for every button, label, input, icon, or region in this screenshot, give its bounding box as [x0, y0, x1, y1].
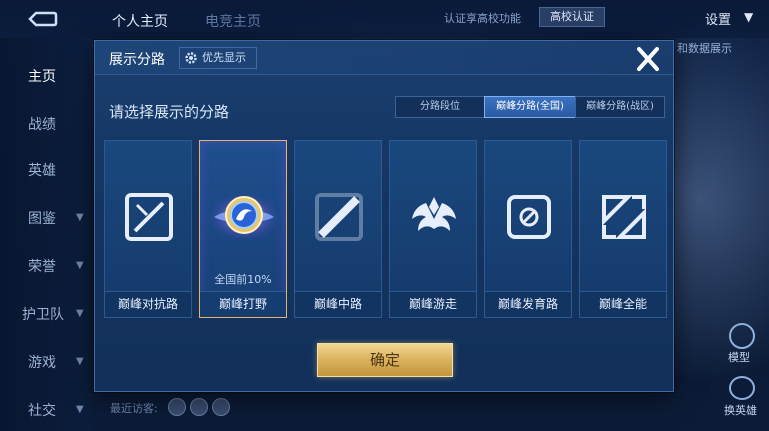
model-label: 模型: [728, 351, 750, 364]
settings-button[interactable]: 设置: [705, 9, 731, 28]
side-item-gallery[interactable]: 图鉴: [28, 208, 56, 228]
lane-card-top[interactable]: 巅峰对抗路: [104, 140, 192, 318]
lane-name: 巅峰游走: [390, 291, 476, 317]
back-icon[interactable]: [22, 10, 58, 28]
swap-hero-icon[interactable]: [729, 376, 755, 400]
chevron-down-icon: ▼: [76, 356, 84, 367]
visitor-avatar[interactable]: [190, 398, 208, 416]
mid-lane-icon: [315, 193, 363, 241]
lane-card-jungle[interactable]: 全国前10% 巅峰打野: [199, 140, 287, 318]
chevron-down-icon: ▼: [76, 212, 84, 223]
confirm-button[interactable]: 确定: [317, 343, 453, 377]
modal-header: 展示分路 优先显示: [95, 41, 673, 75]
swap-hero-label: 换英雄: [724, 404, 757, 417]
lane-name: 巅峰全能: [580, 291, 666, 317]
lane-card-all-round[interactable]: 巅峰全能: [579, 140, 667, 318]
visitor-avatar[interactable]: [168, 398, 186, 416]
side-item-honor[interactable]: 荣誉: [28, 256, 56, 276]
close-icon[interactable]: [632, 45, 664, 73]
visitor-avatar[interactable]: [212, 398, 230, 416]
modal-title: 展示分路: [109, 52, 165, 68]
side-item-home[interactable]: 主页: [28, 66, 56, 86]
lane-card-adc[interactable]: 巅峰发育路: [484, 140, 572, 318]
lane-rank: 全国前10%: [214, 273, 272, 286]
segment-lane-rank[interactable]: 分路段位: [395, 96, 485, 118]
recent-visitors-label: 最近访客:: [110, 402, 158, 415]
tab-esports-home[interactable]: 电竞主页: [205, 11, 261, 31]
side-item-record[interactable]: 战绩: [28, 114, 56, 134]
side-item-guard-team[interactable]: 护卫队: [22, 304, 64, 324]
all-round-icon: [602, 195, 646, 239]
data-display-note: 和数据展示: [677, 42, 732, 55]
lane-name: 巅峰对抗路: [105, 291, 191, 317]
side-item-social[interactable]: 社交: [28, 400, 56, 420]
segment-peak-lane-region[interactable]: 巅峰分路(战区): [575, 96, 665, 118]
modal-subtitle: 请选择展示的分路: [109, 103, 230, 121]
chevron-down-icon: ▼: [76, 260, 84, 271]
wings-icon: [412, 197, 456, 231]
chevron-down-icon: ▼: [76, 404, 84, 415]
side-item-games[interactable]: 游戏: [28, 352, 56, 372]
model-icon[interactable]: [729, 323, 755, 349]
jungle-peak-badge-icon: [208, 193, 280, 241]
side-item-heroes[interactable]: 英雄: [28, 160, 56, 180]
tab-personal-home[interactable]: 个人主页: [112, 11, 168, 31]
lane-display-modal: 展示分路 优先显示 请选择展示的分路 分路段位 巅峰分路(全国) 巅峰分路(战区…: [94, 40, 674, 392]
gear-icon: [185, 52, 197, 64]
lane-card-mid[interactable]: 巅峰中路: [294, 140, 382, 318]
caret-down-icon[interactable]: ▼: [744, 10, 753, 24]
cert-promo-text: 认证享高校功能: [444, 12, 521, 25]
sword-lane-icon: [125, 193, 173, 241]
side-nav: 主页 战绩 英雄 图鉴 ▼ 荣誉 ▼ 护卫队 ▼ 游戏 ▼ 社交 ▼: [0, 38, 90, 431]
priority-display-label: 优先显示: [202, 51, 246, 64]
top-bar: 个人主页 电竞主页 认证享高校功能 高校认证 设置 ▼: [0, 0, 769, 38]
lane-card-support[interactable]: 巅峰游走: [389, 140, 477, 318]
lane-name: 巅峰打野: [200, 291, 286, 317]
lane-name: 巅峰中路: [295, 291, 381, 317]
chevron-down-icon: ▼: [76, 308, 84, 319]
cert-button[interactable]: 高校认证: [539, 7, 605, 27]
segment-peak-lane-national[interactable]: 巅峰分路(全国): [484, 96, 576, 118]
lane-name: 巅峰发育路: [485, 291, 571, 317]
priority-display-button[interactable]: 优先显示: [179, 47, 257, 69]
bot-lane-icon: [507, 195, 551, 239]
